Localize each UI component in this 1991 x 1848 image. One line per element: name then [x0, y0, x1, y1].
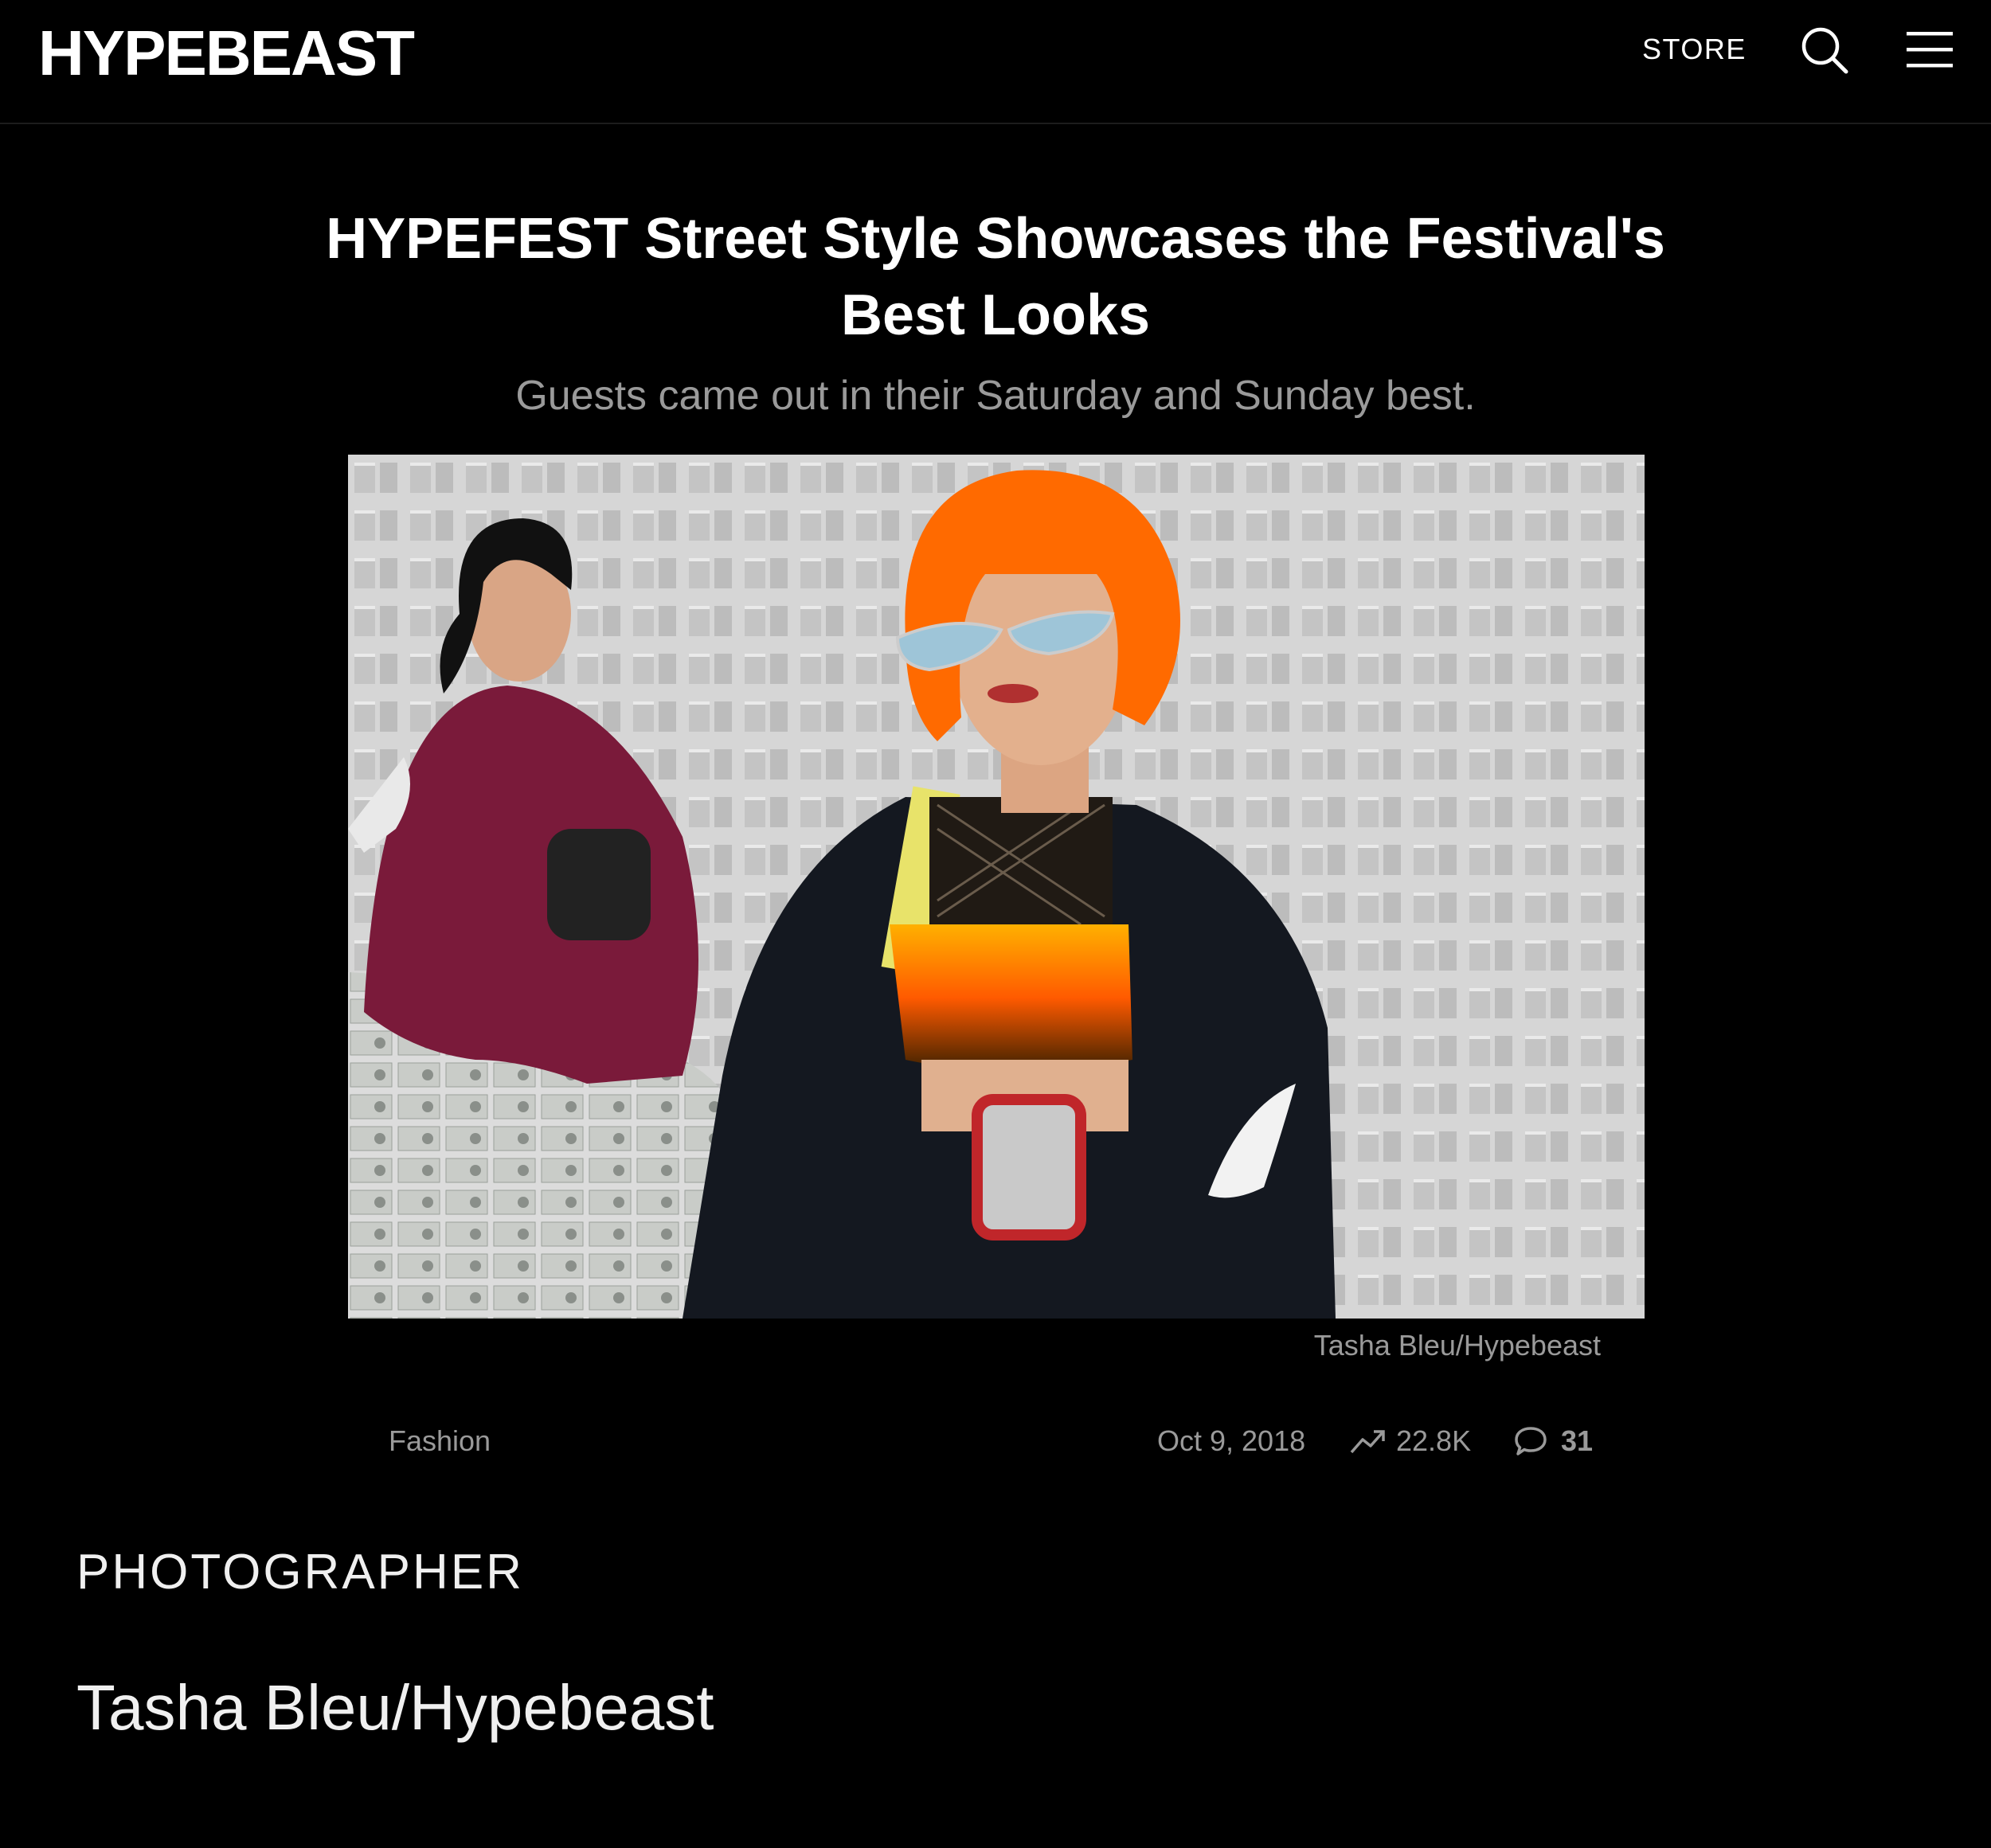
- article-meta: Fashion Oct 9, 2018 22.8K 31: [389, 1420, 1599, 1460]
- category-link[interactable]: Fashion: [389, 1424, 491, 1459]
- credit-role-label: PHOTOGRAPHER: [76, 1545, 524, 1600]
- publish-date: Oct 9, 2018: [1157, 1424, 1306, 1457]
- article-subtitle: Guests came out in their Saturday and Su…: [515, 373, 1476, 419]
- hero-image[interactable]: [348, 455, 1645, 1319]
- credit-name[interactable]: Tasha Bleu/Hypebeast: [76, 1672, 714, 1744]
- article-title: HYPEFEST Street Style Showcases the Fest…: [326, 207, 1665, 347]
- store-link[interactable]: STORE: [1642, 33, 1747, 65]
- trending-up-icon: [1348, 1425, 1388, 1457]
- comment-bubble-icon[interactable]: [1513, 1424, 1548, 1459]
- site-logo[interactable]: HYPEBEAST: [38, 18, 415, 89]
- comment-count[interactable]: 31: [1561, 1424, 1593, 1459]
- site-header: HYPEBEAST STORE: [0, 0, 1991, 124]
- view-count: 22.8K: [1396, 1424, 1472, 1457]
- search-icon[interactable]: [1798, 24, 1851, 76]
- hamburger-menu-icon[interactable]: [1903, 29, 1956, 70]
- image-caption: Tasha Bleu/Hypebeast: [1313, 1329, 1601, 1362]
